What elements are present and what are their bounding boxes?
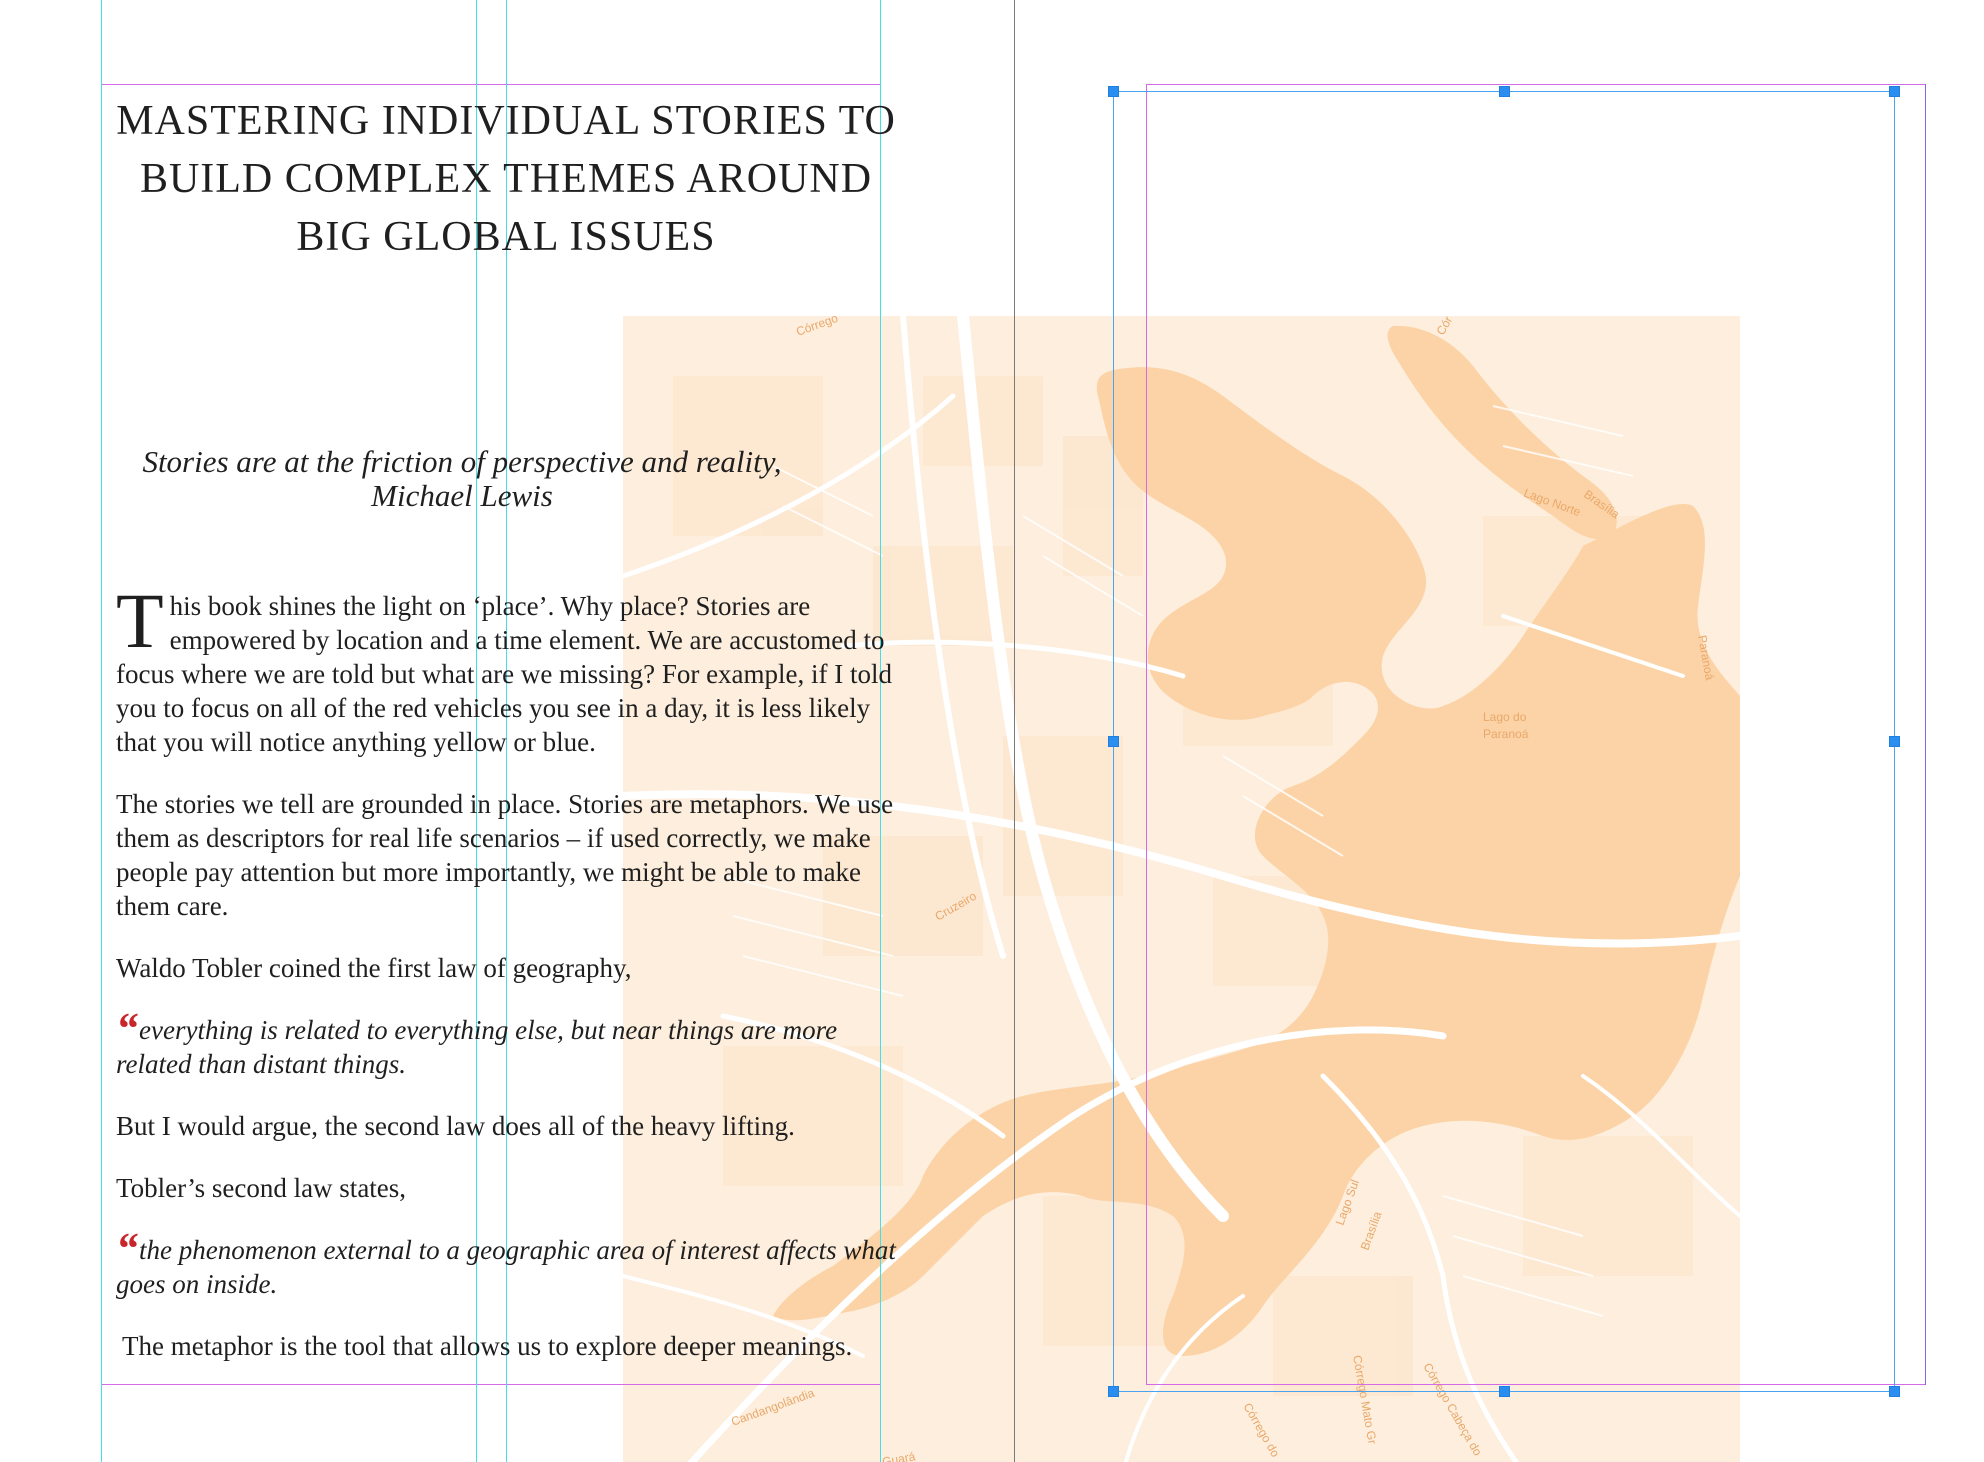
block-quote-2: “the phenomenon external to a geographic… [116,1227,896,1301]
right-page-column-edge [1925,84,1926,1385]
paragraph-4: But I would argue, the second law does a… [116,1111,795,1141]
resize-handle-top-center[interactable] [1499,86,1510,97]
resize-handle-bottom-right[interactable] [1889,1386,1900,1397]
resize-handle-middle-left[interactable] [1108,736,1119,747]
resize-handle-top-right[interactable] [1889,86,1900,97]
epigraph: Stories are at the friction of perspecti… [102,445,822,513]
resize-handle-bottom-center[interactable] [1499,1386,1510,1397]
quote-mark-icon: “ [116,1224,138,1273]
paragraph-5: Tobler’s second law states, [116,1173,407,1203]
paragraph-3: Waldo Tobler coined the first law of geo… [116,953,632,983]
selected-graphic-frame[interactable] [1108,86,1900,1397]
epigraph-quote: Stories are at the friction of perspecti… [142,444,782,479]
block-quote-1-text: everything is related to everything else… [116,1015,838,1079]
paragraph-1-text: his book shines the light on ‘place’. Wh… [116,591,893,757]
paragraph-6: The metaphor is the tool that allows us … [122,1331,853,1361]
paragraph-1: This book shines the light on ‘place’. W… [116,577,896,759]
spread-spine [1014,0,1015,1462]
block-quote-1: “everything is related to everything els… [116,1007,896,1081]
page-title: MASTERING INDIVIDUAL STORIES TO BUILD CO… [116,98,896,260]
layout-canvas: Lago Norte Brasília Lago do Paranoá Para… [0,0,1984,1462]
drop-cap: T [116,577,164,664]
block-quote-2-text: the phenomenon external to a geographic … [116,1235,896,1299]
paragraph-2: The stories we tell are grounded in plac… [116,789,894,921]
epigraph-author: Michael Lewis [371,478,553,513]
quote-mark-icon: “ [116,1004,138,1053]
resize-handle-top-left[interactable] [1108,86,1119,97]
text-frame[interactable]: MASTERING INDIVIDUAL STORIES TO BUILD CO… [102,84,896,1384]
resize-handle-middle-right[interactable] [1889,736,1900,747]
resize-handle-bottom-left[interactable] [1108,1386,1119,1397]
body-text: This book shines the light on ‘place’. W… [116,577,896,1391]
